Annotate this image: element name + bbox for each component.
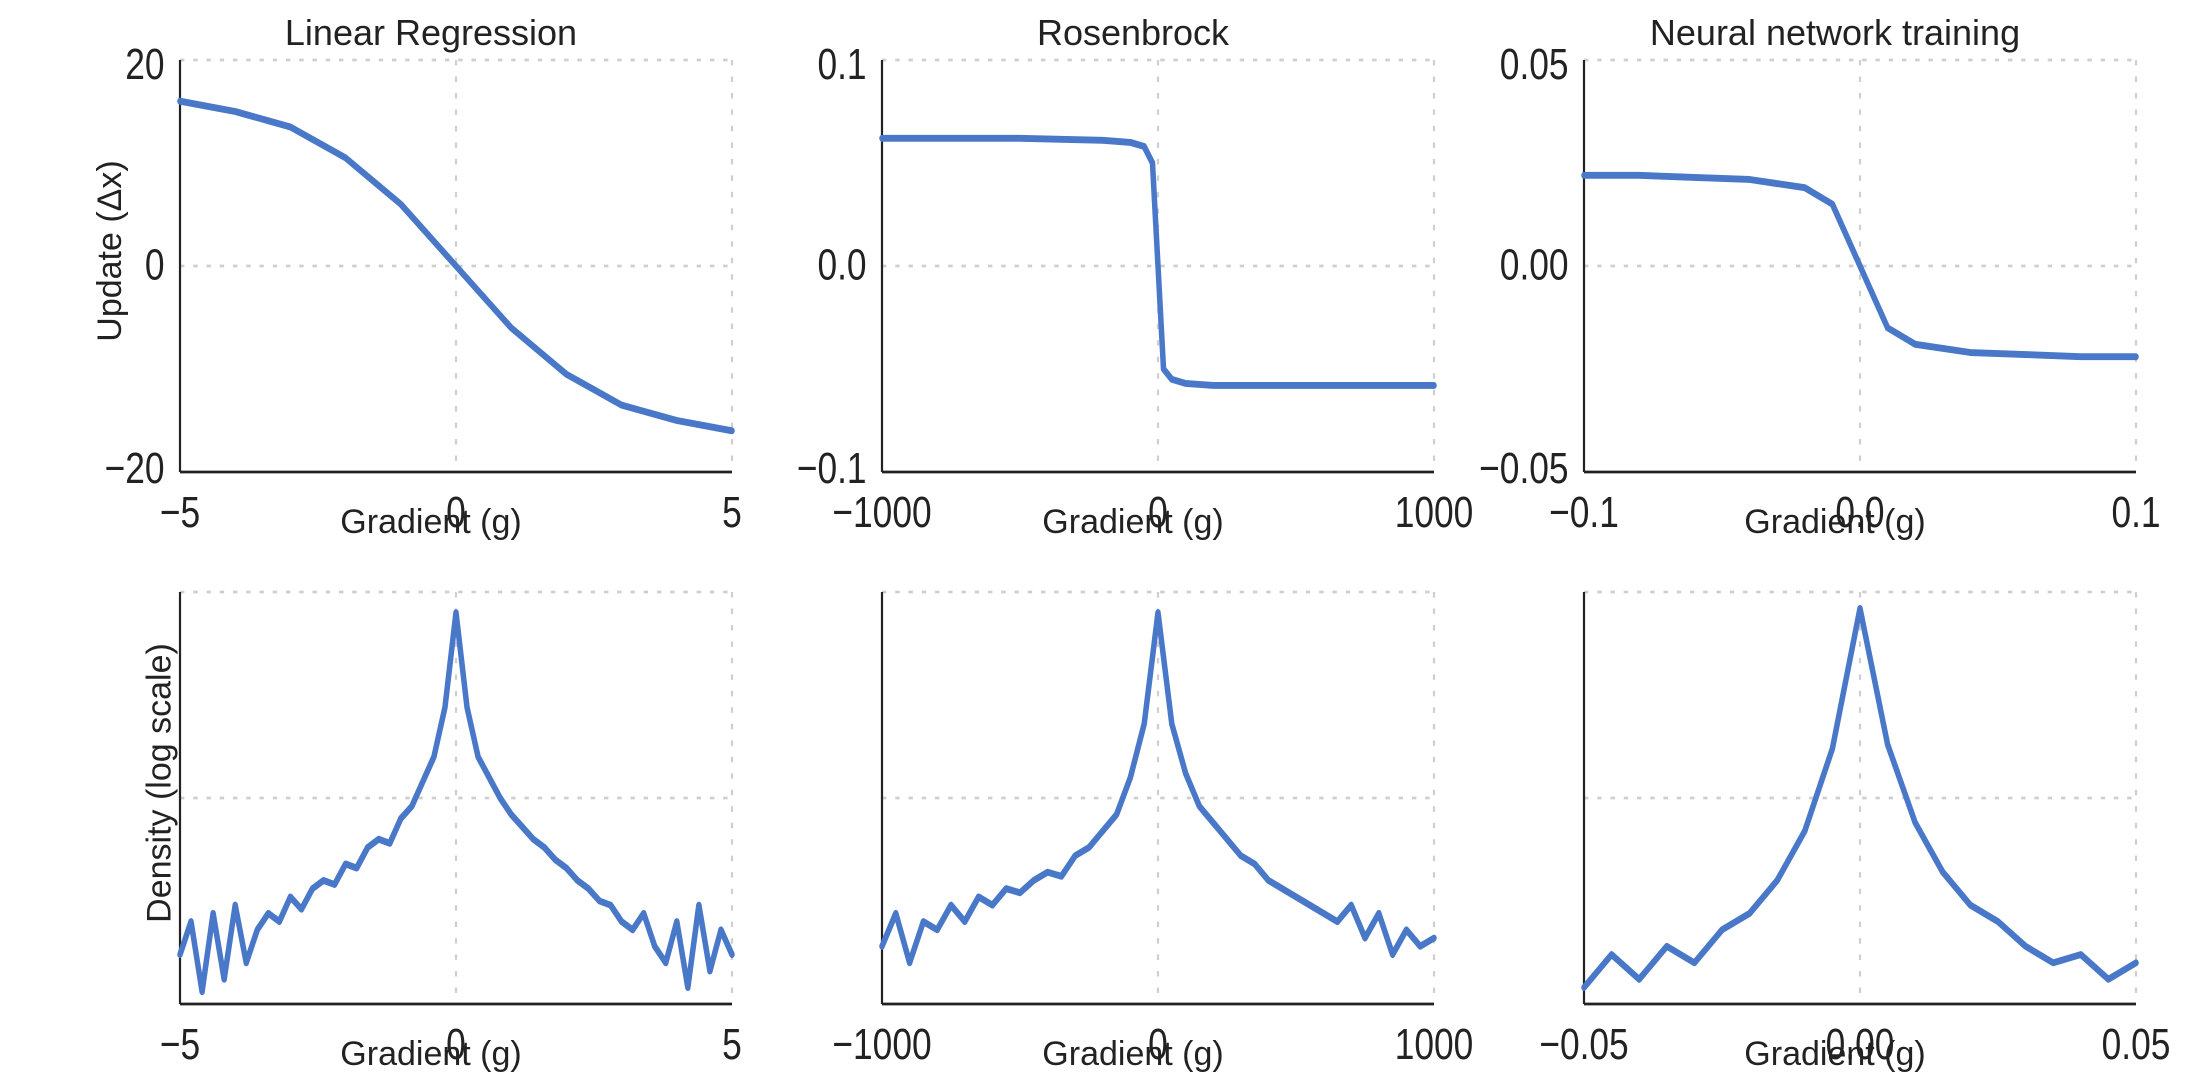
svg-text:0: 0 — [1148, 1020, 1168, 1068]
svg-text:0.00: 0.00 — [1826, 1020, 1895, 1068]
chart-svg: −0.05 0.00 0.05 −0.1 0.0 0.1 — [1584, 60, 2136, 472]
x-axis-label: Gradient (g) — [120, 503, 742, 542]
chart-svg: −1000 0 1000 — [882, 592, 1434, 1004]
panel-nn-density: Gradient (g) −0.05 0.00 0.05 — [1524, 552, 2146, 1014]
svg-text:0.1: 0.1 — [2111, 488, 2160, 536]
svg-text:0: 0 — [1148, 488, 1168, 536]
plot-area: −0.05 0.00 0.05 −0.1 0.0 0.1 — [1584, 60, 2136, 472]
svg-text:20: 20 — [125, 41, 164, 89]
chart-svg: −0.05 0.00 0.05 — [1584, 592, 2136, 1004]
svg-text:0: 0 — [446, 1020, 466, 1068]
svg-text:−0.1: −0.1 — [1549, 488, 1619, 536]
y-axis-label: Density (log scale) — [140, 643, 179, 923]
panel-title: Rosenbrock — [822, 12, 1444, 54]
svg-text:−5: −5 — [160, 1020, 200, 1068]
svg-text:0.0: 0.0 — [1835, 488, 1884, 536]
figure: Linear Regression Update (Δx) Gradient (… — [0, 0, 2186, 1044]
svg-text:−5: −5 — [160, 488, 200, 536]
svg-text:−20: −20 — [105, 444, 165, 492]
svg-text:1000: 1000 — [1395, 1020, 1474, 1068]
svg-text:−1000: −1000 — [832, 488, 931, 536]
svg-text:−0.05: −0.05 — [1479, 444, 1568, 492]
svg-text:0.00: 0.00 — [1500, 241, 1569, 289]
svg-text:−0.1: −0.1 — [797, 444, 867, 492]
x-axis-label: Gradient (g) — [120, 1035, 742, 1074]
panel-title: Neural network training — [1524, 12, 2146, 54]
plot-area: −0.05 0.00 0.05 — [1584, 592, 2136, 1004]
y-axis-label: Update (Δx) — [91, 160, 130, 341]
svg-text:−1000: −1000 — [832, 1020, 931, 1068]
panel-nn-update: Neural network training Gradient (g) −0.… — [1524, 20, 2146, 482]
chart-svg: −20 0 20 −5 0 5 — [180, 60, 732, 472]
chart-svg: −5 0 5 — [180, 592, 732, 1004]
svg-text:0.05: 0.05 — [1500, 41, 1569, 89]
plot-area: −1000 0 1000 — [882, 592, 1434, 1004]
svg-text:1000: 1000 — [1395, 488, 1474, 536]
panel-rosenbrock-update: Rosenbrock Gradient (g) −0.1 0.0 0.1 — [822, 20, 1444, 482]
curve — [180, 613, 732, 992]
chart-svg: −0.1 0.0 0.1 −1000 0 1000 — [882, 60, 1434, 472]
panel-grid: Linear Regression Update (Δx) Gradient (… — [120, 20, 2146, 1014]
panel-linear-update: Linear Regression Update (Δx) Gradient (… — [120, 20, 742, 482]
panel-rosenbrock-density: Gradient (g) −1000 0 1000 — [822, 552, 1444, 1014]
svg-text:0: 0 — [446, 488, 466, 536]
svg-text:0.05: 0.05 — [2102, 1020, 2171, 1068]
plot-area: −0.1 0.0 0.1 −1000 0 1000 — [882, 60, 1434, 472]
svg-text:5: 5 — [722, 488, 742, 536]
svg-text:0.1: 0.1 — [817, 41, 866, 89]
svg-text:5: 5 — [722, 1020, 742, 1068]
plot-area: −5 0 5 — [180, 592, 732, 1004]
svg-text:−0.05: −0.05 — [1539, 1020, 1628, 1068]
svg-text:0.0: 0.0 — [817, 241, 866, 289]
svg-text:0: 0 — [145, 241, 165, 289]
plot-area: −20 0 20 −5 0 5 — [180, 60, 732, 472]
panel-linear-density: Density (log scale) Gradient (g) −5 0 5 — [120, 552, 742, 1014]
panel-title: Linear Regression — [120, 12, 742, 54]
